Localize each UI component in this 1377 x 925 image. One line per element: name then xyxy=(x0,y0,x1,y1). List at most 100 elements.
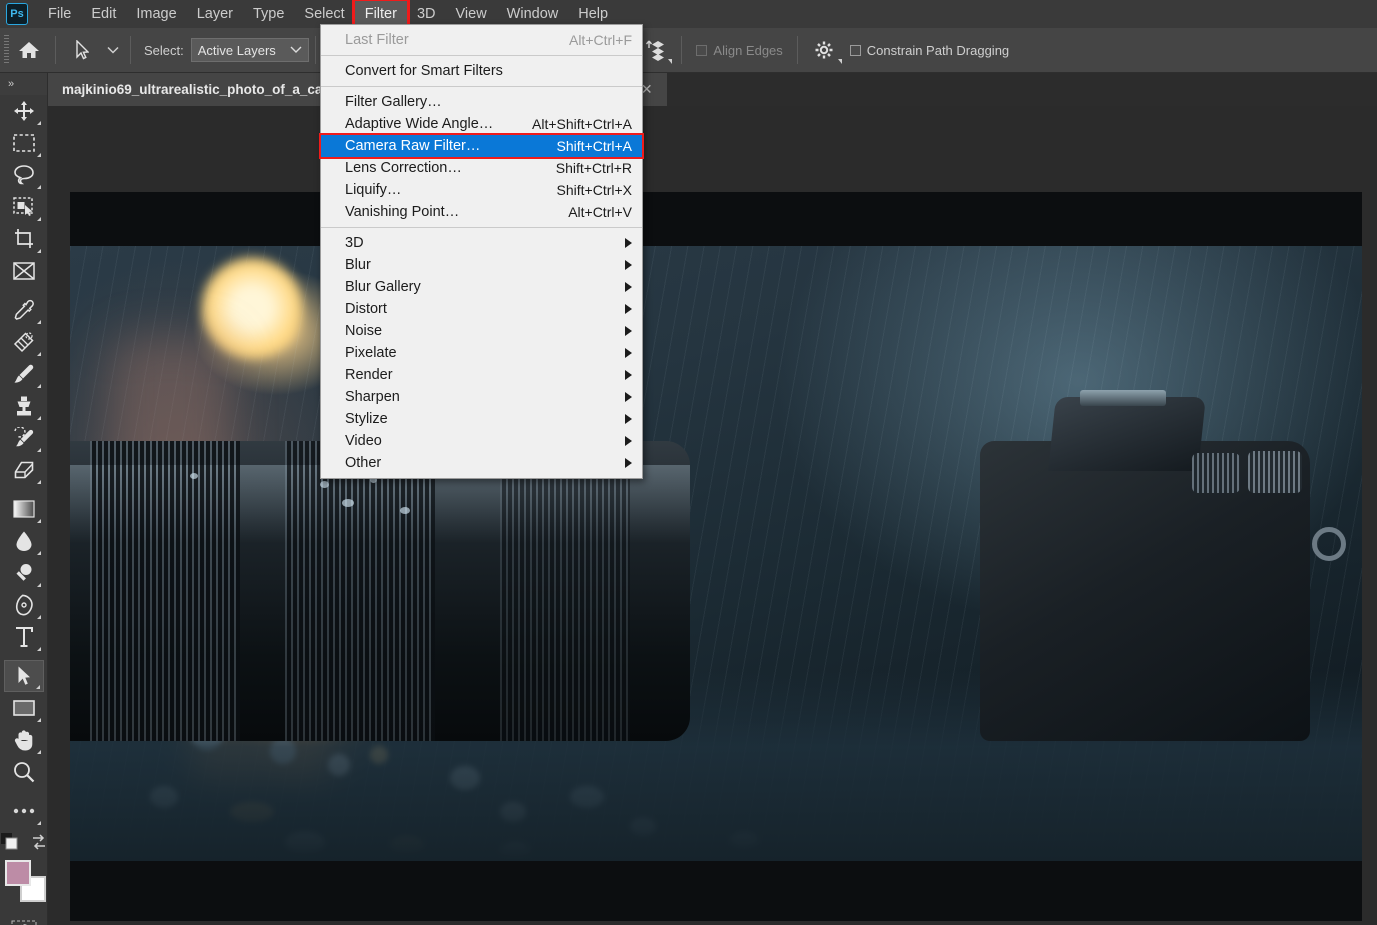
spot-healing-brush-tool[interactable] xyxy=(4,326,44,358)
menu-item-shortcut: Shift+Ctrl+X xyxy=(556,182,632,198)
pen-icon xyxy=(13,594,35,616)
menu-file[interactable]: File xyxy=(38,1,81,27)
rectangle-tool[interactable] xyxy=(4,692,44,724)
menu-item-label: Render xyxy=(345,367,393,383)
object-selection-tool[interactable] xyxy=(4,191,44,223)
tool-flyout-triangle-icon[interactable] xyxy=(36,718,41,722)
tool-flyout-triangle-icon[interactable] xyxy=(36,448,41,452)
path-selection-tool[interactable] xyxy=(3,660,44,692)
dodge-tool[interactable] xyxy=(4,557,44,589)
menu-item-convert-for-smart-filters[interactable]: Convert for Smart Filters xyxy=(321,60,642,82)
hand-tool[interactable] xyxy=(4,724,44,756)
menu-item-label: Video xyxy=(345,433,382,449)
align-edges-checkbox[interactable]: Align Edges xyxy=(696,43,783,58)
submenu-arrow-icon xyxy=(625,392,632,402)
edit-toolbar-icon xyxy=(12,807,36,815)
menu-type[interactable]: Type xyxy=(243,1,294,27)
tool-flyout-triangle-icon[interactable] xyxy=(36,583,41,587)
menu-item-sharpen[interactable]: Sharpen xyxy=(321,386,642,408)
edit-toolbar-tool[interactable] xyxy=(4,795,44,827)
zoom-tool[interactable] xyxy=(4,756,44,788)
pen-tool[interactable] xyxy=(4,589,44,621)
tool-flyout-triangle-icon[interactable] xyxy=(36,384,41,388)
select-target-value: Active Layers xyxy=(197,42,276,58)
tool-flyout-triangle-icon[interactable] xyxy=(36,519,41,523)
menu-item-adaptive-wide-angle[interactable]: Adaptive Wide Angle… Alt+Shift+Ctrl+A xyxy=(321,113,642,135)
swap-colors-icon[interactable] xyxy=(31,834,47,855)
history-brush-tool[interactable] xyxy=(4,422,44,454)
menu-item-render[interactable]: Render xyxy=(321,364,642,386)
menu-item-other[interactable]: Other xyxy=(321,452,642,474)
tool-flyout-triangle-icon[interactable] xyxy=(35,685,40,689)
blur-tool[interactable] xyxy=(4,525,44,557)
brush-tool[interactable] xyxy=(4,358,44,390)
menu-item-lens-correction[interactable]: Lens Correction… Shift+Ctrl+R xyxy=(321,157,642,179)
menu-item-video[interactable]: Video xyxy=(321,430,642,452)
menu-item-camera-raw-filter[interactable]: Camera Raw Filter… Shift+Ctrl+A xyxy=(319,133,644,159)
spot-healing-brush-icon xyxy=(13,331,35,353)
tools-panel-collapse-button[interactable]: » xyxy=(0,73,47,95)
menu-item-noise[interactable]: Noise xyxy=(321,320,642,342)
rectangular-marquee-tool[interactable] xyxy=(4,127,44,159)
menu-edit[interactable]: Edit xyxy=(81,1,126,27)
water-droplet xyxy=(342,499,354,507)
gear-icon[interactable] xyxy=(804,33,844,67)
menu-item-shortcut: Alt+Ctrl+V xyxy=(568,204,632,220)
hand-icon xyxy=(13,729,35,751)
menu-item-distort[interactable]: Distort xyxy=(321,298,642,320)
move-tool[interactable] xyxy=(4,95,44,127)
menu-item-vanishing-point[interactable]: Vanishing Point… Alt+Ctrl+V xyxy=(321,201,642,223)
path-selection-tool-icon[interactable] xyxy=(62,33,102,67)
quick-mask-icon[interactable] xyxy=(11,920,37,925)
tool-flyout-triangle-icon[interactable] xyxy=(36,480,41,484)
menu-item-stylize[interactable]: Stylize xyxy=(321,408,642,430)
menu-item-blur-gallery[interactable]: Blur Gallery xyxy=(321,276,642,298)
crop-tool[interactable] xyxy=(4,223,44,255)
type-tool[interactable] xyxy=(4,621,44,653)
water-droplet xyxy=(190,473,198,479)
menu-item-label: Sharpen xyxy=(345,389,400,405)
menu-item-liquify[interactable]: Liquify… Shift+Ctrl+X xyxy=(321,179,642,201)
tool-flyout-triangle-icon[interactable] xyxy=(36,249,41,253)
constrain-path-dragging-checkbox[interactable]: Constrain Path Dragging xyxy=(849,43,1009,58)
camera-hot-shoe xyxy=(1080,390,1166,406)
menu-layer[interactable]: Layer xyxy=(187,1,243,27)
eraser-tool[interactable] xyxy=(4,454,44,486)
menu-item-pixelate[interactable]: Pixelate xyxy=(321,342,642,364)
gradient-icon xyxy=(12,500,35,518)
document-canvas[interactable] xyxy=(70,192,1362,921)
tool-flyout-triangle-icon[interactable] xyxy=(36,821,41,825)
select-target-dropdown[interactable]: Active Layers xyxy=(190,38,309,62)
tool-flyout-triangle-icon[interactable] xyxy=(36,121,41,125)
tool-flyout-triangle-icon[interactable] xyxy=(36,551,41,555)
menu-item-shortcut: Alt+Shift+Ctrl+A xyxy=(532,116,632,132)
gradient-tool[interactable] xyxy=(4,493,44,525)
canvas-area[interactable] xyxy=(48,106,1377,925)
default-colors-icon[interactable] xyxy=(0,833,19,856)
tool-flyout-triangle-icon[interactable] xyxy=(36,153,41,157)
menu-image[interactable]: Image xyxy=(126,1,186,27)
tool-group-divider xyxy=(0,788,47,795)
tool-flyout-triangle-icon[interactable] xyxy=(36,217,41,221)
eyedropper-tool[interactable] xyxy=(4,294,44,326)
chevron-down-icon[interactable] xyxy=(102,33,124,67)
tool-flyout-triangle-icon[interactable] xyxy=(36,647,41,651)
menu-item-filter-gallery[interactable]: Filter Gallery… xyxy=(321,91,642,113)
clone-stamp-tool[interactable] xyxy=(4,390,44,422)
tool-flyout-triangle-icon[interactable] xyxy=(36,615,41,619)
history-brush-icon xyxy=(13,427,35,449)
menu-item-blur[interactable]: Blur xyxy=(321,254,642,276)
lasso-tool[interactable] xyxy=(4,159,44,191)
eyedropper-icon xyxy=(13,299,35,321)
tool-flyout-triangle-icon[interactable] xyxy=(36,185,41,189)
menu-item-3d[interactable]: 3D xyxy=(321,232,642,254)
tool-flyout-triangle-icon[interactable] xyxy=(36,320,41,324)
submenu-arrow-icon xyxy=(625,370,632,380)
tool-flyout-triangle-icon[interactable] xyxy=(36,750,41,754)
filter-dropdown-menu[interactable]: Last Filter Alt+Ctrl+F Convert for Smart F… xyxy=(319,24,644,479)
foreground-color-swatch[interactable] xyxy=(4,860,31,886)
home-icon[interactable] xyxy=(9,33,49,67)
tool-flyout-triangle-icon[interactable] xyxy=(36,416,41,420)
frame-tool[interactable] xyxy=(4,255,44,287)
tool-flyout-triangle-icon[interactable] xyxy=(36,352,41,356)
